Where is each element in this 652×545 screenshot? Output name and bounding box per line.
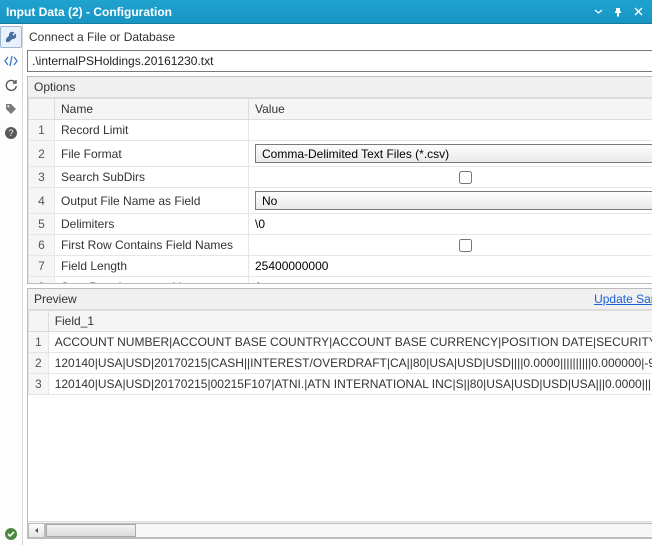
preview-table: Field_1 1ACCOUNT NUMBER|ACCOUNT BASE COU… <box>28 310 652 395</box>
option-text-input[interactable] <box>255 123 652 137</box>
option-text-input[interactable] <box>255 259 652 273</box>
option-value-cell[interactable] <box>249 256 652 277</box>
option-row: 4Output File Name as Field No <box>29 188 652 214</box>
options-col-rownum <box>29 99 55 120</box>
option-rownum: 4 <box>29 188 55 214</box>
option-value-cell[interactable] <box>249 120 652 141</box>
preview-cell: 120140|USA|USD|20170215|CASH||INTEREST/O… <box>48 353 652 374</box>
option-row: 2File Format Comma-Delimited Text Files (… <box>29 141 652 167</box>
option-row: 3Search SubDirs <box>29 167 652 188</box>
preview-col-field1: Field_1 <box>48 311 652 332</box>
preview-panel: Preview Update Sample Field_1 1ACCOUNT N… <box>27 288 652 539</box>
options-col-name: Name <box>55 99 249 120</box>
option-rownum: 8 <box>29 277 55 284</box>
option-rownum: 2 <box>29 141 55 167</box>
preview-rownum: 1 <box>29 332 49 353</box>
left-sidebar: ? <box>0 24 23 545</box>
preview-h-scrollbar[interactable] <box>28 521 652 538</box>
option-text-input[interactable] <box>255 217 652 231</box>
window-title: Input Data (2) - Configuration <box>6 5 586 19</box>
option-name: First Row Contains Field Names <box>55 235 249 256</box>
close-icon[interactable] <box>630 4 646 20</box>
sidebar-tool-tag[interactable] <box>0 98 22 120</box>
preview-cell: ACCOUNT NUMBER|ACCOUNT BASE COUNTRY|ACCO… <box>48 332 652 353</box>
option-row: 7Field Length <box>29 256 652 277</box>
option-name: Delimiters <box>55 214 249 235</box>
preview-title: Preview <box>34 292 594 306</box>
scroll-left-icon[interactable] <box>28 523 45 538</box>
option-value-cell[interactable] <box>249 167 652 188</box>
option-select[interactable]: No <box>255 191 652 210</box>
options-table: Name Value 1Record Limit2File Format Comm… <box>28 98 652 283</box>
sidebar-tool-refresh[interactable] <box>0 74 22 96</box>
dropdown-arrow-icon[interactable] <box>590 4 606 20</box>
option-text-input[interactable] <box>255 280 652 283</box>
option-rownum: 5 <box>29 214 55 235</box>
scroll-track[interactable] <box>45 523 652 538</box>
option-select[interactable]: Comma-Delimited Text Files (*.csv) <box>255 144 652 163</box>
option-value-cell[interactable] <box>249 235 652 256</box>
options-col-value: Value <box>249 99 652 120</box>
option-name: Output File Name as Field <box>55 188 249 214</box>
option-row: 1Record Limit <box>29 120 652 141</box>
sidebar-tool-wrench[interactable] <box>0 26 22 48</box>
title-bar: Input Data (2) - Configuration <box>0 0 652 24</box>
scroll-thumb[interactable] <box>46 524 136 537</box>
update-sample-link[interactable]: Update Sample <box>594 292 652 306</box>
preview-rownum: 3 <box>29 374 49 395</box>
option-rownum: 6 <box>29 235 55 256</box>
option-rownum: 3 <box>29 167 55 188</box>
preview-col-rownum <box>29 311 49 332</box>
option-value-cell[interactable] <box>249 214 652 235</box>
option-value-cell[interactable]: Comma-Delimited Text Files (*.csv) <box>249 141 652 167</box>
connect-label: Connect a File or Database <box>27 28 652 46</box>
preview-row: 3120140|USA|USD|20170215|00215F107|ATNI.… <box>29 374 652 395</box>
preview-row: 2120140|USA|USD|20170215|CASH||INTEREST/… <box>29 353 652 374</box>
option-name: Start Data Import on Line <box>55 277 249 284</box>
option-name: File Format <box>55 141 249 167</box>
option-row: 6First Row Contains Field Names <box>29 235 652 256</box>
options-title: Options <box>28 77 652 98</box>
option-row: 5Delimiters <box>29 214 652 235</box>
sidebar-tool-xml[interactable] <box>0 50 22 72</box>
preview-row: 1ACCOUNT NUMBER|ACCOUNT BASE COUNTRY|ACC… <box>29 332 652 353</box>
svg-text:?: ? <box>8 128 13 138</box>
options-panel: Options Name Value 1Record Limit2File Fo… <box>27 76 652 284</box>
sidebar-status-ok <box>0 523 22 545</box>
option-rownum: 7 <box>29 256 55 277</box>
option-name: Record Limit <box>55 120 249 141</box>
option-value-cell[interactable] <box>249 277 652 284</box>
preview-rownum: 2 <box>29 353 49 374</box>
option-rownum: 1 <box>29 120 55 141</box>
pin-icon[interactable] <box>610 4 626 20</box>
option-name: Search SubDirs <box>55 167 249 188</box>
preview-cell: 120140|USA|USD|20170215|00215F107|ATNI.|… <box>48 374 652 395</box>
option-row: 8Start Data Import on Line <box>29 277 652 284</box>
sidebar-tool-help[interactable]: ? <box>0 122 22 144</box>
file-path-input[interactable] <box>27 50 652 72</box>
option-checkbox[interactable] <box>459 239 472 252</box>
option-name: Field Length <box>55 256 249 277</box>
option-checkbox[interactable] <box>459 171 472 184</box>
option-value-cell[interactable]: No <box>249 188 652 214</box>
